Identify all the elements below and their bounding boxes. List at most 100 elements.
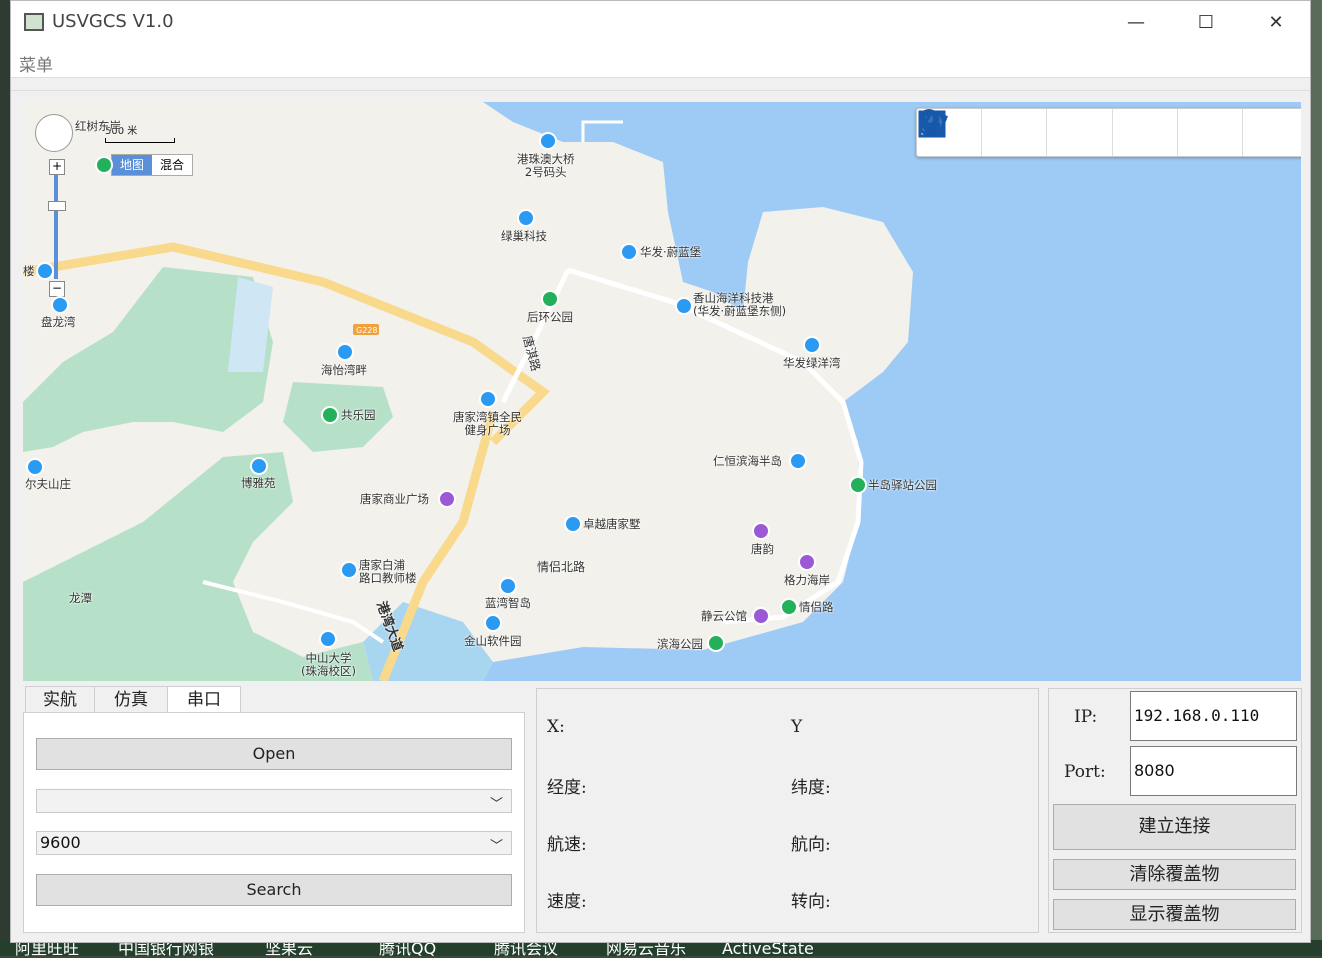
- poi-marker[interactable]: [336, 343, 354, 361]
- map-type-map[interactable]: 地图: [112, 155, 152, 175]
- poi-label: 华发绿洋湾: [783, 356, 841, 370]
- poi-marker[interactable]: [541, 290, 559, 308]
- clear-overlays-button[interactable]: 清除覆盖物: [1053, 859, 1296, 890]
- poi-label: 盘龙湾: [41, 315, 76, 329]
- circle-icon[interactable]: [918, 109, 1113, 156]
- poi-label: 绿巢科技: [501, 229, 547, 243]
- poi-label: 红树东岸: [75, 119, 121, 133]
- poi-marker[interactable]: [789, 452, 807, 470]
- poi-label: 港珠澳大桥 2号码头: [517, 152, 575, 179]
- tab-simulation[interactable]: 仿真: [94, 686, 168, 713]
- heading-label: 航向:: [791, 835, 831, 855]
- poi-label: 格力海岸: [784, 573, 830, 587]
- poi-label: 中山大学 (珠海校区): [301, 651, 356, 678]
- poi-marker[interactable]: [798, 553, 816, 571]
- maximize-button[interactable]: ☐: [1171, 1, 1241, 45]
- polygon-icon[interactable]: [918, 109, 1243, 156]
- toolbar-strip: [11, 78, 1310, 91]
- road-label: 情侣北路: [537, 560, 586, 574]
- poi-marker[interactable]: [250, 457, 268, 475]
- desktop-background-right: [1310, 0, 1322, 956]
- turn-label: 转向:: [791, 892, 831, 912]
- title-bar: USVGCS V1.0 — ☐ ✕: [11, 1, 1310, 45]
- search-button[interactable]: Search: [36, 874, 512, 906]
- port-label: Port:: [1064, 762, 1106, 782]
- poi-label: 金山软件园: [464, 634, 522, 648]
- rectangle-icon[interactable]: [918, 109, 1301, 156]
- show-overlays-button[interactable]: 显示覆盖物: [1053, 899, 1296, 930]
- poi-marker[interactable]: [849, 476, 867, 494]
- close-button[interactable]: ✕: [1241, 1, 1311, 45]
- tab-realnav[interactable]: 实航: [25, 686, 95, 713]
- window-title: USVGCS V1.0: [52, 11, 174, 32]
- poi-marker[interactable]: [95, 156, 113, 174]
- poi-label: 唐家白浦 路口教师楼: [359, 558, 417, 585]
- zoom-handle[interactable]: [48, 201, 66, 211]
- menu-item[interactable]: 菜单: [19, 51, 53, 76]
- poi-label: 静云公馆: [701, 609, 747, 623]
- network-panel: IP: 192.168.0.110 Port: 8080 建立连接 清除覆盖物 …: [1048, 688, 1302, 933]
- poi-label: 情侣路: [799, 600, 834, 614]
- poi-label: 蓝湾智岛: [485, 596, 531, 610]
- map-type-hybrid[interactable]: 混合: [152, 155, 192, 175]
- minimize-button[interactable]: —: [1101, 1, 1171, 45]
- connect-button[interactable]: 建立连接: [1053, 804, 1296, 850]
- poi-marker[interactable]: [484, 614, 502, 632]
- poi-marker[interactable]: [499, 577, 517, 595]
- poi-marker[interactable]: [752, 522, 770, 540]
- poi-label: 滨海公园: [657, 637, 703, 651]
- baud-select-value: 9600: [40, 833, 81, 852]
- x-label: X:: [547, 717, 565, 737]
- poi-label: 仁恒滨海半岛: [713, 454, 782, 468]
- open-button[interactable]: Open: [36, 738, 512, 770]
- place-label: 龙潭: [69, 591, 92, 605]
- chevron-down-icon: ﹀: [489, 797, 503, 812]
- map-canvas: [23, 102, 1301, 681]
- poi-label: 卓越唐家墅: [583, 517, 641, 531]
- location-pin-icon[interactable]: [919, 109, 1048, 156]
- route-icon[interactable]: [919, 109, 1178, 156]
- menu-bar: 菜单: [11, 45, 1310, 78]
- poi-label: 唐家商业广场: [360, 492, 429, 506]
- poi-marker[interactable]: [620, 243, 638, 261]
- poi-label: 海怡湾畔: [321, 363, 367, 377]
- speed-label: 航速:: [547, 835, 587, 855]
- poi-marker[interactable]: [321, 406, 339, 424]
- ip-label: IP:: [1074, 707, 1098, 727]
- poi-marker[interactable]: [51, 296, 69, 314]
- poi-marker[interactable]: [675, 297, 693, 315]
- poi-marker[interactable]: [26, 458, 44, 476]
- poi-marker[interactable]: [340, 561, 358, 579]
- zoom-out-icon[interactable]: −: [49, 281, 65, 297]
- baud-select[interactable]: 9600 ﹀: [36, 831, 512, 855]
- map-draw-toolbar: [916, 108, 1301, 157]
- ip-input[interactable]: 192.168.0.110: [1130, 691, 1297, 741]
- poi-marker[interactable]: [319, 630, 337, 648]
- serial-tab-pane: Open ﹀ 9600 ﹀ Search: [23, 712, 525, 933]
- poi-label: 唐家湾镇全民 健身广场: [453, 410, 522, 437]
- poi-label: 共乐园: [341, 408, 376, 422]
- poi-marker[interactable]: [517, 209, 535, 227]
- tab-serial[interactable]: 串口: [167, 686, 241, 715]
- poi-marker[interactable]: [36, 262, 54, 280]
- poi-marker[interactable]: [438, 490, 456, 508]
- telemetry-panel: X: Y 经度: 纬度: 航速: 航向: 速度: 转向:: [536, 688, 1039, 933]
- poi-marker[interactable]: [752, 607, 770, 625]
- poi-label: 楼: [23, 264, 35, 278]
- poi-marker[interactable]: [564, 515, 582, 533]
- poi-label: 后环公园: [527, 310, 573, 324]
- zoom-in-icon[interactable]: +: [49, 159, 65, 175]
- app-window: USVGCS V1.0 — ☐ ✕ 菜单 + − 500 米 地图 混合 红树东…: [10, 0, 1311, 943]
- port-select[interactable]: ﹀: [36, 789, 512, 813]
- poi-marker[interactable]: [539, 132, 557, 150]
- poi-label: 博雅苑: [241, 476, 276, 490]
- desktop-background: [0, 0, 10, 956]
- poi-marker[interactable]: [780, 598, 798, 616]
- map-pan-control[interactable]: [35, 114, 73, 152]
- port-input[interactable]: 8080: [1130, 746, 1297, 796]
- map-view[interactable]: + − 500 米 地图 混合 红树东岸 港珠澳大桥 2号码头 绿巢科技 华发·…: [23, 102, 1301, 681]
- y-label: Y: [791, 717, 803, 737]
- poi-marker[interactable]: [479, 390, 497, 408]
- poi-marker[interactable]: [707, 634, 725, 652]
- poi-marker[interactable]: [803, 336, 821, 354]
